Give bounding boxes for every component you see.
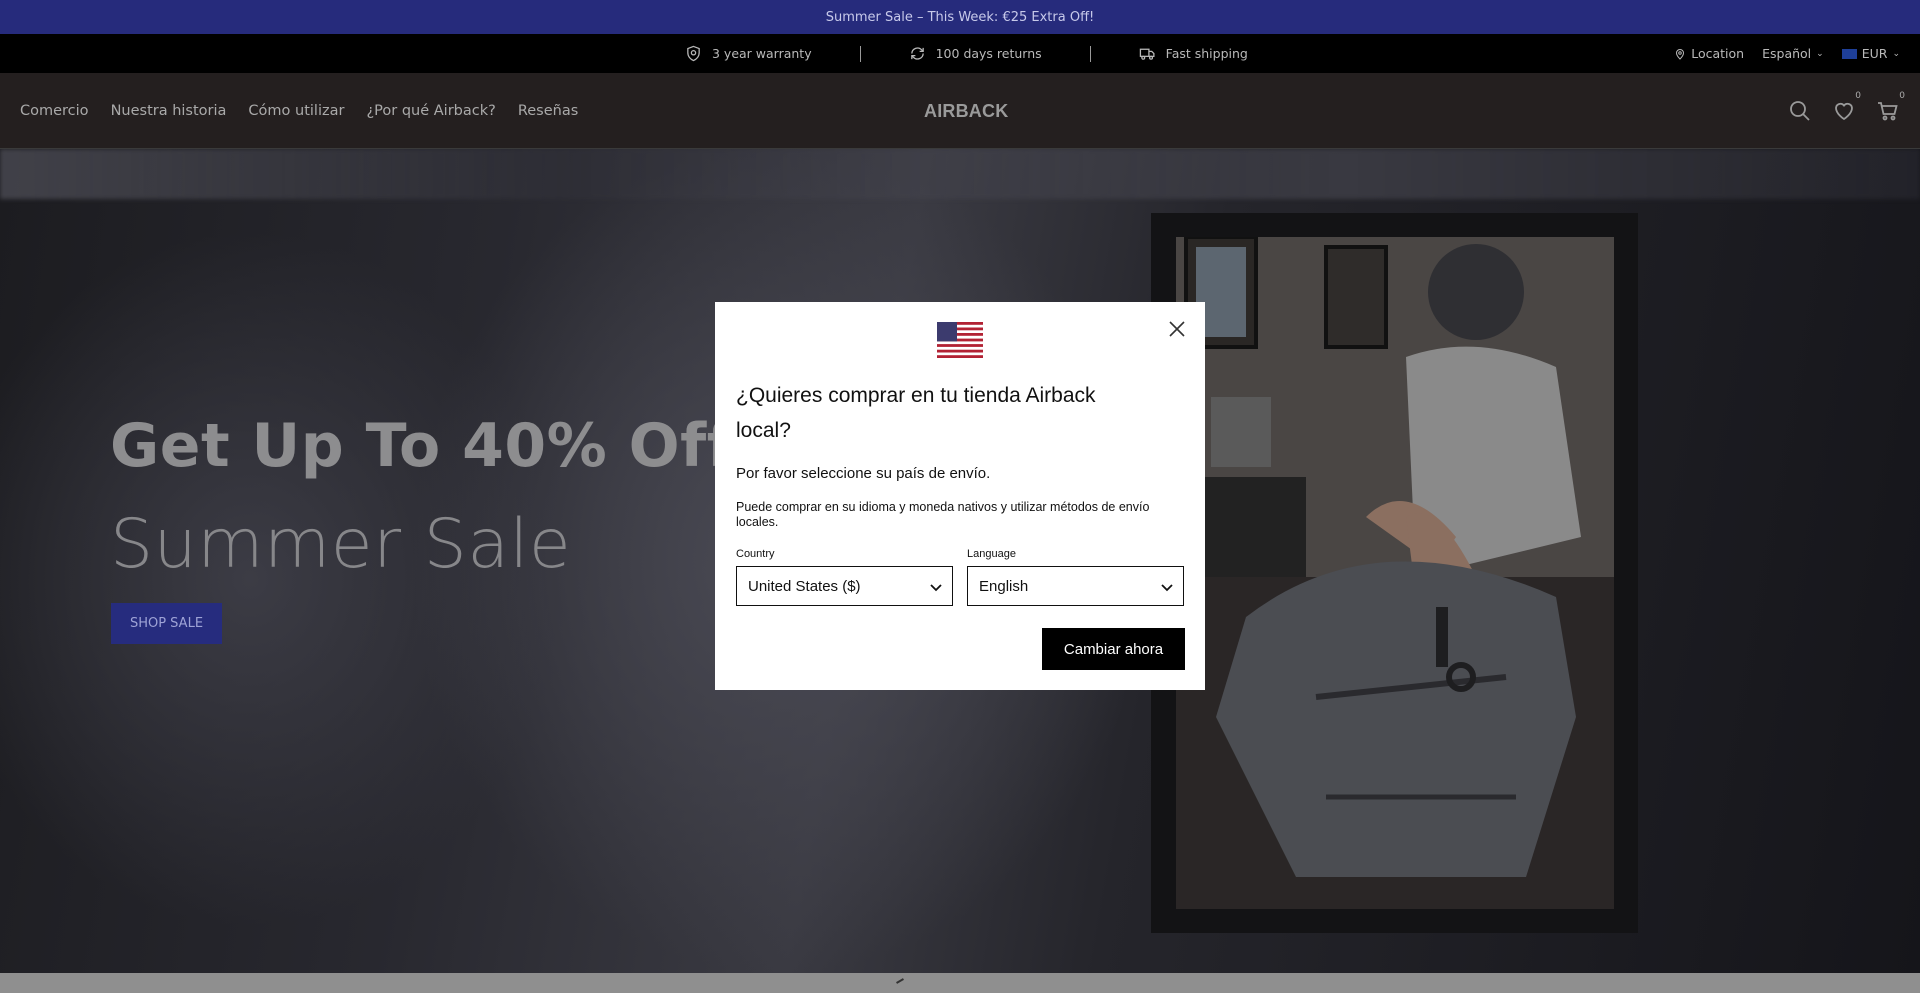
usp-shipping: Fast shipping [1139, 45, 1248, 62]
usp-list: 3 year warranty 100 days returns Fast sh… [685, 34, 1248, 73]
country-label: Country [736, 548, 775, 560]
hero-image-illustration [1176, 237, 1614, 909]
country-value: United States ($) [748, 577, 861, 595]
cart-icon [1878, 102, 1898, 121]
site-header: Comercio Nuestra historia Cómo utilizar … [0, 73, 1920, 149]
modal-lead: Por favor seleccione su país de envío. [736, 465, 991, 482]
cart-button[interactable]: 0 [1876, 91, 1905, 123]
heart-icon [1835, 102, 1853, 121]
close-icon[interactable] [1167, 319, 1187, 339]
cart-count: 0 [1899, 91, 1905, 101]
usp-bar: 3 year warranty 100 days returns Fast sh… [0, 34, 1920, 73]
location-label: Location [1691, 46, 1745, 61]
usp-returns: 100 days returns [909, 45, 1042, 62]
modal-description: Puede comprar en su idioma y moneda nati… [736, 500, 1150, 529]
chevron-down-icon: ⌄ [1816, 48, 1824, 59]
usp-divider [1089, 45, 1091, 62]
currency-selector[interactable]: EUR ⌄ [1841, 46, 1900, 61]
nav-item-resenas[interactable]: Reseñas [518, 103, 578, 119]
wishlist-count: 0 [1855, 91, 1861, 101]
nav-item-comercio[interactable]: Comercio [20, 103, 89, 119]
language-value: English [979, 577, 1029, 595]
usp-label: Fast shipping [1165, 46, 1248, 61]
usp-warranty: 3 year warranty [685, 45, 812, 62]
refresh-icon [910, 47, 924, 60]
nav-item-por-que-airback[interactable]: ¿Por qué Airback? [366, 103, 495, 119]
header-actions: 0 0 [1788, 73, 1905, 149]
announcement-bar[interactable]: Summer Sale – This Week: €25 Extra Off! [0, 0, 1920, 34]
main-nav: Comercio Nuestra historia Cómo utilizar … [20, 73, 578, 149]
store-locale-modal: ¿Quieres comprar en tu tienda Airback lo… [715, 302, 1205, 690]
hero-background [0, 149, 1920, 199]
usp-label: 3 year warranty [712, 46, 812, 61]
site-logo[interactable]: AIRBACK [924, 101, 1008, 122]
hero-subtitle: Summer Sale [110, 505, 572, 584]
language-selector[interactable]: Español ⌄ [1762, 46, 1824, 61]
usp-label: 100 days returns [935, 46, 1042, 61]
language-select[interactable]: English [967, 566, 1184, 606]
usp-divider [859, 45, 861, 62]
shop-sale-button[interactable]: SHOP SALE [111, 603, 222, 644]
location-link[interactable]: Location [1674, 46, 1744, 61]
eu-flag-icon [1841, 48, 1857, 59]
hero-image [1176, 237, 1614, 909]
language-value: Español [1762, 46, 1812, 61]
nav-item-nuestra-historia[interactable]: Nuestra historia [111, 103, 227, 119]
modal-title: ¿Quieres comprar en tu tienda Airback lo… [736, 384, 1096, 442]
locale-controls: Location Español ⌄ EUR ⌄ [1674, 34, 1900, 73]
chevron-down-icon [930, 584, 942, 592]
wishlist-button[interactable]: 0 [1832, 91, 1861, 123]
country-select[interactable]: United States ($) [736, 566, 953, 606]
pin-icon [1676, 48, 1685, 60]
language-label: Language [967, 548, 1016, 560]
hero-title: Get Up To 40% Off [110, 411, 734, 481]
change-store-button[interactable]: Cambiar ahora [1042, 628, 1185, 670]
truck-icon [1139, 48, 1155, 60]
search-icon [1790, 101, 1810, 121]
chevron-down-icon: ⌄ [1892, 48, 1900, 59]
chevron-down-icon [1161, 584, 1173, 592]
announcement-text[interactable]: Summer Sale – This Week: €25 Extra Off! [826, 10, 1095, 25]
currency-value: EUR [1861, 46, 1888, 61]
search-button[interactable] [1788, 99, 1812, 123]
us-flag-icon [937, 322, 983, 358]
nav-item-como-utilizar[interactable]: Cómo utilizar [248, 103, 344, 119]
shield-icon [687, 45, 700, 62]
next-section-edge [0, 973, 1920, 993]
